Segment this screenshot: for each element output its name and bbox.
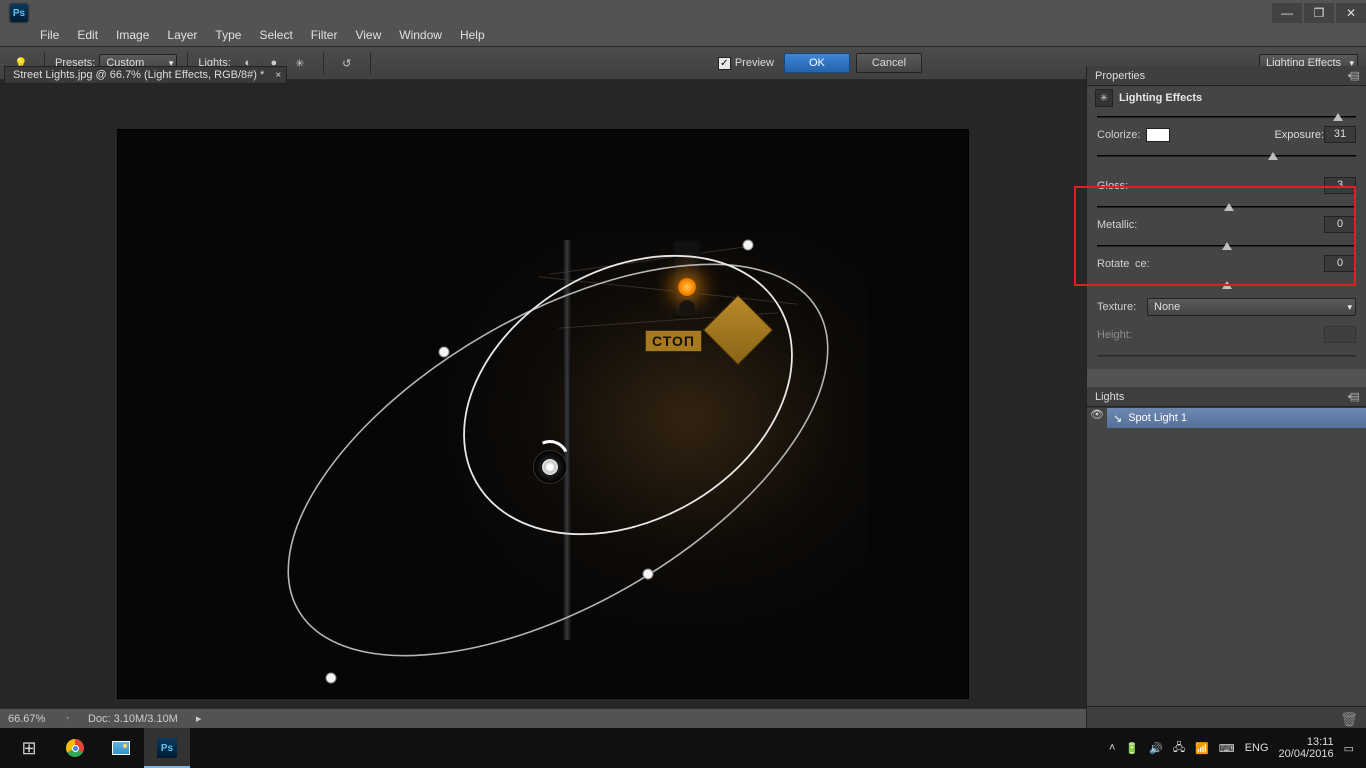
preview-checkbox[interactable]: ✓ [718, 57, 731, 70]
texture-label: Texture: [1097, 301, 1147, 313]
height-slider [1097, 353, 1356, 359]
language-indicator[interactable]: ENG [1245, 742, 1269, 754]
app-logo: Ps [10, 4, 28, 22]
ok-button[interactable]: OK [784, 53, 850, 73]
window-controls: — ❐ ✕ [1270, 3, 1366, 23]
restore-button[interactable]: ❐ [1304, 3, 1334, 23]
traffic-light-amber [678, 278, 696, 296]
menu-window[interactable]: Window [399, 28, 442, 42]
close-button[interactable]: ✕ [1336, 3, 1366, 23]
taskbar: ⊞ Ps ˄ 🔋 🔊 🖧 📶 ⌨ ENG 13:11 20/04/2016 ▭ [0, 728, 1366, 768]
visibility-toggle[interactable]: 👁 [1087, 408, 1107, 428]
clock[interactable]: 13:11 20/04/2016 [1279, 736, 1334, 760]
texture-dropdown[interactable]: None [1147, 298, 1356, 316]
lighting-effects-icon: ✳ [1095, 89, 1113, 107]
battery-icon[interactable]: 🔋 [1125, 742, 1139, 755]
exposure-slider[interactable] [1097, 153, 1356, 159]
close-tab-icon[interactable]: × [275, 70, 281, 81]
cancel-button[interactable]: Cancel [856, 53, 922, 73]
preview-label: Preview [735, 57, 774, 69]
menu-select[interactable]: Select [259, 28, 292, 42]
keyboard-icon[interactable]: ⌨ [1219, 742, 1235, 755]
height-label: Height: [1097, 329, 1132, 341]
lights-panel-menu-icon[interactable]: ▪▤ [1348, 390, 1358, 403]
workspace: Street Lights.jpg @ 66.7% (Light Effects… [0, 80, 1086, 728]
properties-header-label: Lighting Effects [1119, 92, 1202, 104]
canvas-area: СТОП [0, 100, 1086, 728]
menu-image[interactable]: Image [116, 28, 149, 42]
canvas[interactable]: СТОП [118, 130, 968, 698]
photos-taskbar-icon[interactable] [98, 728, 144, 768]
zoom-level[interactable]: 66.67% [8, 713, 45, 725]
metallic-slider[interactable] [1097, 243, 1356, 249]
status-bar: 66.67% ◔ Doc: 3.10M/3.10M ▸ [0, 708, 1086, 728]
light-glow [418, 230, 868, 650]
metallic-label: Metallic: [1097, 219, 1137, 231]
properties-tab[interactable]: Properties ▪▤ [1087, 66, 1366, 86]
metallic-value[interactable]: 0 [1324, 216, 1356, 233]
wifi-icon[interactable]: 📶 [1195, 742, 1209, 755]
top-slider[interactable] [1097, 114, 1356, 120]
exposure-value[interactable]: 31 [1324, 126, 1356, 143]
infinite-light-icon[interactable]: ✳ [289, 52, 311, 74]
colorize-label: Colorize: [1097, 129, 1140, 141]
system-tray: ˄ 🔋 🔊 🖧 📶 ⌨ ENG 13:11 20/04/2016 ▭ [1109, 736, 1360, 760]
menu-layer[interactable]: Layer [167, 28, 197, 42]
gloss-value[interactable]: 3 [1324, 177, 1356, 194]
chrome-taskbar-icon[interactable] [52, 728, 98, 768]
rotate-tooltip: Rotate [1097, 258, 1133, 270]
light-center-handle[interactable] [533, 450, 567, 484]
menu-edit[interactable]: Edit [77, 28, 98, 42]
network-icon[interactable]: 🖧 [1173, 739, 1185, 758]
minimize-button[interactable]: — [1272, 3, 1302, 23]
document-tab-title: Street Lights.jpg @ 66.7% (Light Effects… [13, 69, 264, 81]
status-icon[interactable]: ◔ [63, 713, 70, 725]
doc-info-arrow-icon[interactable]: ▸ [196, 712, 202, 725]
ambience-value[interactable]: 0 [1324, 255, 1356, 272]
properties-body: Colorize: Exposure: 31 Gloss: 3 Metallic… [1087, 110, 1366, 369]
menu-file[interactable]: File [40, 28, 59, 42]
volume-icon[interactable]: 🔊 [1149, 742, 1163, 755]
menu-view[interactable]: View [355, 28, 381, 42]
stop-sign: СТОП [645, 330, 702, 352]
menu-filter[interactable]: Filter [311, 28, 338, 42]
doc-size: Doc: 3.10M/3.10M [88, 713, 178, 725]
clock-date: 20/04/2016 [1279, 748, 1334, 760]
tray-chevron-icon[interactable]: ˄ [1109, 742, 1115, 754]
clock-time: 13:11 [1279, 736, 1334, 748]
gloss-label: Gloss: [1097, 180, 1128, 192]
colorize-swatch[interactable] [1146, 128, 1170, 142]
reset-icon[interactable]: ↺ [336, 52, 358, 74]
action-center-icon[interactable]: ▭ [1344, 742, 1354, 755]
lights-panel: Lights ▪▤ 👁 ↘ Spot Light 1 [1087, 387, 1366, 428]
traffic-light-bottom [679, 300, 695, 316]
photoshop-taskbar-icon[interactable]: Ps [144, 728, 190, 768]
ambience-label-fragment: ce: [1135, 258, 1150, 270]
title-bar: Ps — ❐ ✕ [0, 0, 1366, 26]
light-type-icon: ↘ [1113, 412, 1122, 425]
light-item-label: Spot Light 1 [1128, 412, 1187, 424]
height-value [1324, 326, 1356, 343]
properties-tab-label: Properties [1095, 70, 1145, 82]
ambience-slider[interactable] [1097, 282, 1356, 288]
traffic-light-top [679, 254, 695, 270]
right-panel: Properties ▪▤ ✳ Lighting Effects Coloriz… [1086, 66, 1366, 728]
pole [563, 240, 571, 640]
delete-light-icon[interactable]: 🗑 [1332, 707, 1366, 728]
menu-bar: File Edit Image Layer Type Select Filter… [0, 26, 1366, 46]
light-list-item[interactable]: ↘ Spot Light 1 [1107, 408, 1366, 428]
menu-help[interactable]: Help [460, 28, 485, 42]
gloss-slider[interactable] [1097, 204, 1356, 210]
document-tab[interactable]: Street Lights.jpg @ 66.7% (Light Effects… [4, 66, 287, 84]
lights-tab[interactable]: Lights ▪▤ [1087, 387, 1366, 407]
menu-type[interactable]: Type [215, 28, 241, 42]
lights-tab-label: Lights [1095, 391, 1124, 403]
properties-header: ✳ Lighting Effects [1087, 86, 1366, 110]
exposure-label: Exposure: [1274, 129, 1324, 141]
start-button[interactable]: ⊞ [6, 728, 52, 768]
panel-menu-icon[interactable]: ▪▤ [1348, 69, 1358, 82]
